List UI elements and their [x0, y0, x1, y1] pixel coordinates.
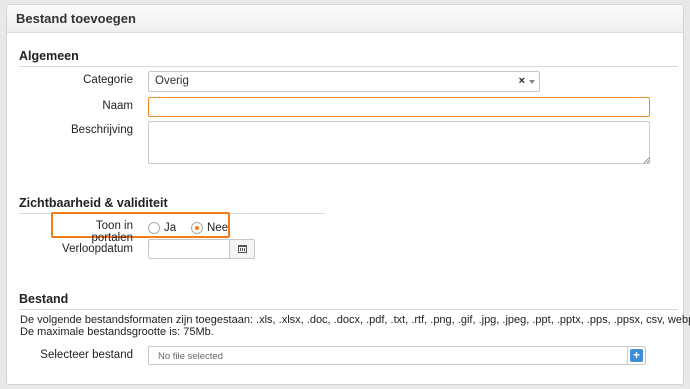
category-label: Categorie: [83, 74, 133, 86]
radio-ja[interactable]: [148, 222, 160, 234]
max-size-text: De maximale bestandsgrootte is: 75Mb.: [20, 326, 214, 338]
add-file-panel: Bestand toevoegen Algemeen Categorie Ove…: [6, 4, 690, 385]
file-input[interactable]: No file selected: [148, 346, 628, 365]
select-file-label: Selecteer bestand: [40, 349, 133, 361]
section-general-heading: Algemeen: [19, 49, 678, 67]
section-file-heading: Bestand: [19, 292, 678, 310]
chevron-down-icon[interactable]: [529, 80, 535, 84]
resize-handle-icon[interactable]: [644, 157, 650, 163]
calendar-icon: [238, 245, 247, 253]
name-input[interactable]: [148, 97, 650, 117]
radio-ja-label[interactable]: Ja: [164, 222, 176, 234]
panel-title: Bestand toevoegen: [7, 5, 683, 33]
category-select[interactable]: Overig ×: [148, 71, 540, 92]
expiry-date-label: Verloopdatum: [62, 243, 133, 255]
category-selected-value: Overig: [155, 75, 189, 87]
description-label: Beschrijving: [71, 124, 133, 136]
radio-nee-label[interactable]: Nee: [207, 222, 228, 234]
radio-nee[interactable]: [191, 222, 203, 234]
name-label: Naam: [102, 100, 133, 112]
add-file-button[interactable]: +: [627, 346, 646, 365]
plus-icon: +: [630, 349, 643, 362]
calendar-button[interactable]: [229, 239, 255, 259]
clear-icon[interactable]: ×: [519, 75, 525, 87]
allowed-formats-text: De volgende bestandsformaten zijn toeges…: [20, 314, 690, 326]
show-in-portals-label: Toon in portalen: [91, 220, 133, 244]
expiry-date-input[interactable]: [148, 239, 230, 259]
description-textarea[interactable]: [148, 121, 650, 164]
